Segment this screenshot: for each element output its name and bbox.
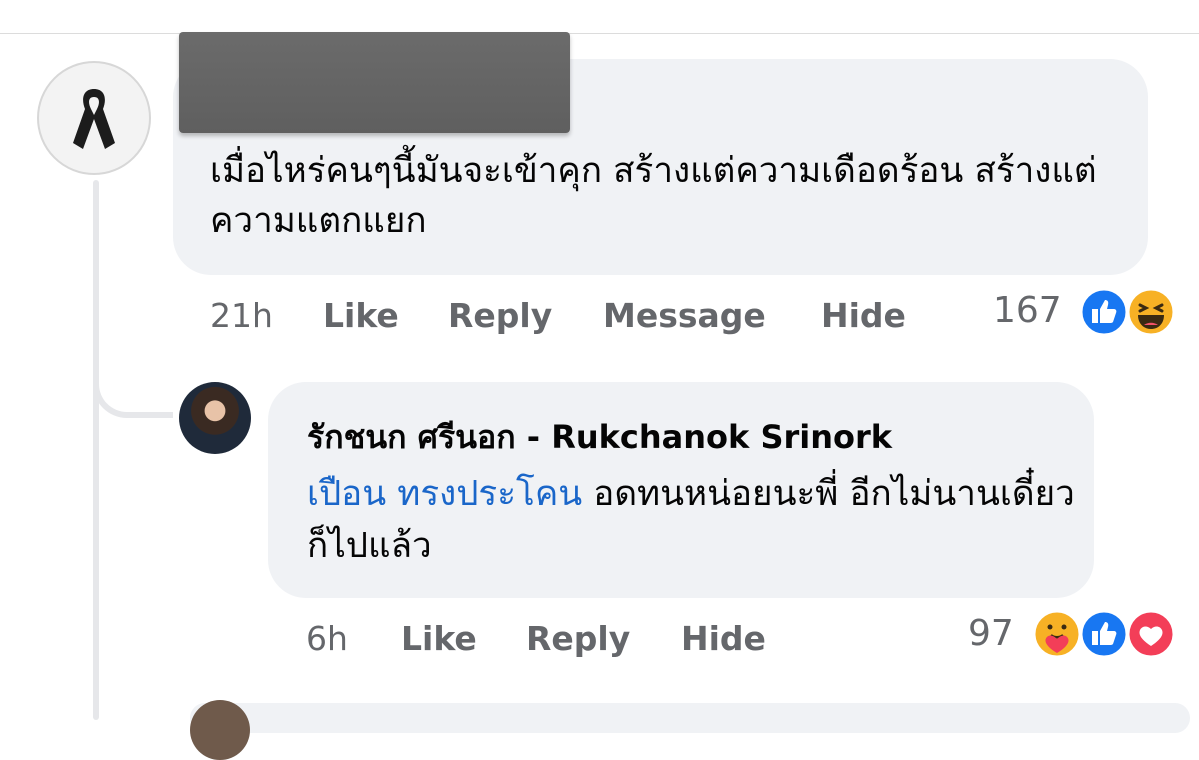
redacted-author-name <box>179 32 570 133</box>
author-name[interactable]: รักชนก ศรีนอก - Rukchanok Srinork <box>307 412 892 463</box>
like-icon[interactable] <box>1079 287 1129 337</box>
hide-button[interactable]: Hide <box>681 619 766 658</box>
timestamp[interactable]: 6h <box>306 619 348 658</box>
timestamp[interactable]: 21h <box>210 296 273 335</box>
comment-actions: 21h Like Reply Message Hide <box>210 296 930 336</box>
like-button[interactable]: Like <box>323 296 399 335</box>
black-ribbon-icon <box>73 89 115 149</box>
haha-icon[interactable] <box>1126 287 1176 337</box>
reply-button[interactable]: Reply <box>448 296 552 335</box>
like-icon[interactable] <box>1079 609 1129 659</box>
thread-line <box>93 180 99 720</box>
care-icon[interactable] <box>1032 609 1082 659</box>
avatar[interactable] <box>37 61 151 175</box>
comment-actions: 6h Like Reply Hide <box>306 619 826 659</box>
message-button[interactable]: Message <box>603 296 766 335</box>
thread-branch <box>93 340 173 418</box>
next-comment-bubble <box>190 703 1190 733</box>
like-button[interactable]: Like <box>401 619 477 658</box>
mention-link[interactable]: เปือน ทรงประโคน <box>307 474 582 514</box>
comment-text: เมื่อไหร่คนๆนี้มันจะเข้าคุก สร้างแต่ความ… <box>210 151 1097 241</box>
reaction-count[interactable]: 97 <box>968 613 1014 654</box>
love-icon[interactable] <box>1126 609 1176 659</box>
avatar[interactable] <box>190 700 250 760</box>
comment-text: เปือน ทรงประโคน อดทนหน่อยนะพี่ อีกไม่นาน… <box>307 468 1077 572</box>
avatar[interactable] <box>179 382 251 454</box>
reply-button[interactable]: Reply <box>526 619 630 658</box>
reaction-count[interactable]: 167 <box>993 290 1062 331</box>
hide-button[interactable]: Hide <box>821 296 906 335</box>
